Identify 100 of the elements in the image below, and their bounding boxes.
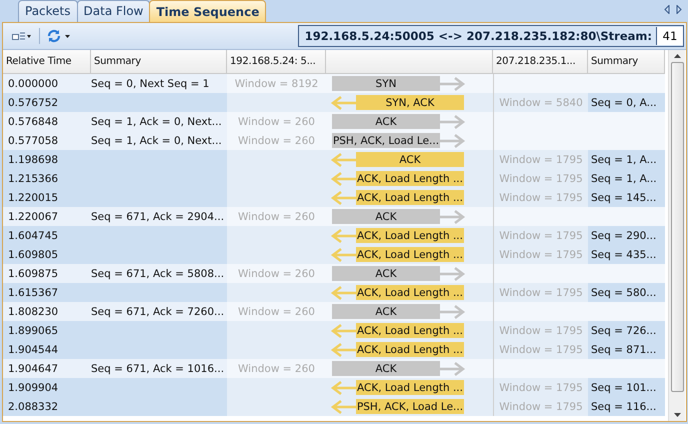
left-arrow-icon	[330, 248, 356, 262]
table-cell: Window = 1795	[493, 150, 588, 169]
table-cell: Window = 260	[227, 359, 326, 378]
packet-label: ACK, Load Length ...	[356, 323, 464, 338]
table-cell: Seq = 671, Ack = 2904...	[91, 207, 227, 226]
table-cell: Window = 1795	[493, 226, 588, 245]
left-arrow-icon	[330, 96, 356, 110]
table-cell: Window = 1795	[493, 397, 588, 416]
right-arrow-icon	[440, 304, 466, 318]
packet-label: ACK	[332, 361, 440, 376]
table-cell: 0.000000	[3, 74, 91, 93]
left-arrow-icon	[330, 228, 356, 242]
right-arrow-icon	[440, 134, 466, 148]
stream-number-field[interactable]: 41	[656, 27, 683, 45]
right-arrow-icon	[440, 114, 466, 128]
right-arrow-icon	[440, 210, 466, 224]
scroll-down-icon[interactable]	[674, 413, 680, 417]
table-cell: 1.220067	[3, 207, 91, 226]
table-cell: 0.576848	[3, 112, 91, 131]
tab[interactable]: Time Sequence	[149, 0, 266, 22]
packet-label: PSH, ACK, Load Le...	[332, 133, 440, 148]
vertical-scrollbar[interactable]	[668, 50, 685, 421]
table-cell: Seq = 671, Ack = 5808...	[91, 264, 227, 283]
table-cell: Window = 260	[227, 302, 326, 321]
tab[interactable]: Data Flow	[76, 0, 150, 22]
table-cell: Seq = 726...	[588, 321, 665, 340]
table-cell: Window = 1795	[493, 340, 588, 359]
table-cell: 1.198698	[3, 150, 91, 169]
table-cell: 1.609875	[3, 264, 91, 283]
table-cell: 1.909904	[3, 378, 91, 397]
packet-label: ACK, Load Length ...	[356, 285, 464, 300]
column-header[interactable]: Summary	[588, 50, 665, 73]
packet-label: ACK	[332, 114, 440, 129]
left-arrow-icon	[330, 190, 356, 204]
tab[interactable]: Packets	[18, 0, 78, 22]
left-arrow-icon	[330, 324, 356, 338]
scroll-right-icon[interactable]	[676, 5, 682, 14]
packet-label: PSH, ACK, Load Le...	[356, 399, 464, 414]
table-cell: 1.604745	[3, 226, 91, 245]
table-cell: 2.088332	[3, 397, 91, 416]
column-header[interactable]: Summary	[91, 50, 227, 73]
table-cell: Seq = 435...	[588, 245, 665, 264]
packet-label: ACK, Load Length ...	[356, 380, 464, 395]
column-header[interactable]: Relative Time	[3, 50, 91, 73]
table-cell: 1.904544	[3, 340, 91, 359]
table-cell: Window = 260	[227, 112, 326, 131]
left-arrow-icon	[330, 380, 356, 394]
packet-label: SYN, ACK	[356, 95, 464, 110]
right-arrow-icon	[440, 76, 466, 90]
table-cell: Window = 260	[227, 207, 326, 226]
right-arrow-icon	[440, 362, 466, 376]
packet-label: SYN	[332, 76, 440, 91]
scroll-up-icon[interactable]	[674, 54, 680, 58]
table-cell: 1.899065	[3, 321, 91, 340]
table-cell: 1.904647	[3, 359, 91, 378]
table-cell: Window = 1795	[493, 169, 588, 188]
table-cell: Seq = 1, A...	[588, 150, 665, 169]
table-cell: Seq = 0, A...	[588, 93, 665, 112]
table-cell: 1.215366	[3, 169, 91, 188]
table-cell: Seq = 1, Ack = 0, Next...	[91, 112, 227, 131]
table-cell: Window = 1795	[493, 245, 588, 264]
table-cell: Seq = 116...	[588, 397, 665, 416]
table-cell: Window = 5840	[493, 93, 588, 112]
table-cell: 1.220015	[3, 188, 91, 207]
left-arrow-icon	[330, 152, 356, 166]
table-cell: Seq = 145...	[588, 188, 665, 207]
table-cell: Seq = 1, A...	[588, 169, 665, 188]
table-cell: 0.576752	[3, 93, 91, 112]
scroll-left-icon[interactable]	[664, 5, 670, 14]
left-arrow-icon	[330, 400, 356, 414]
packet-label: ACK, Load Length ...	[356, 247, 464, 262]
packet-label: ACK, Load Length ...	[356, 190, 464, 205]
table-cell: 1.609805	[3, 245, 91, 264]
table-cell: 0.577058	[3, 131, 91, 150]
table-cell: Seq = 871...	[588, 340, 665, 359]
packet-label: ACK	[332, 266, 440, 281]
packet-label: ACK, Load Length ...	[356, 171, 464, 186]
table-cell: Window = 8192	[227, 74, 326, 93]
table-cell: Seq = 671, Ack = 7260...	[91, 302, 227, 321]
left-arrow-icon	[330, 172, 356, 186]
table-cell: Seq = 0, Next Seq = 1	[91, 74, 227, 93]
column-header[interactable]: 192.168.5.24: 5...	[227, 50, 326, 73]
table-cell: Seq = 671, Ack = 1016...	[91, 359, 227, 378]
right-arrow-icon	[440, 266, 466, 280]
table-cell: Seq = 101...	[588, 378, 665, 397]
table-cell: Window = 260	[227, 264, 326, 283]
packet-label: ACK	[332, 209, 440, 224]
table-cell: Window = 1795	[493, 188, 588, 207]
table-cell: 1.615367	[3, 283, 91, 302]
table-cell: Seq = 1, Ack = 0, Next...	[91, 131, 227, 150]
packet-label: ACK	[356, 152, 464, 167]
table-cell: Window = 1795	[493, 378, 588, 397]
packet-label: ACK, Load Length ...	[356, 228, 464, 243]
table-cell: Seq = 580...	[588, 283, 665, 302]
table-cell: Window = 1795	[493, 283, 588, 302]
packet-label: ACK	[332, 304, 440, 319]
left-arrow-icon	[330, 342, 356, 356]
packet-label: ACK, Load Length ...	[356, 342, 464, 357]
column-header[interactable]: 207.218.235.1...	[493, 50, 588, 73]
scrollbar-thumb[interactable]	[670, 62, 684, 392]
